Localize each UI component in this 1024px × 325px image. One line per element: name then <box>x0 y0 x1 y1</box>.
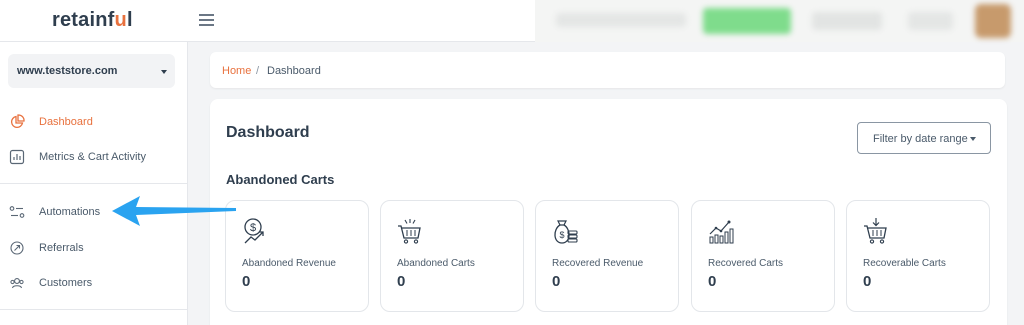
chevron-down-icon <box>161 70 167 74</box>
metrics-icon <box>9 149 25 165</box>
sidebar-item-metrics[interactable]: Metrics & Cart Activity <box>0 142 187 172</box>
page-title: Dashboard <box>226 124 310 141</box>
stat-card-recovered-revenue[interactable]: $ Recovered Revenue 0 <box>535 200 679 312</box>
sidebar-item-dashboard[interactable]: Dashboard <box>0 107 187 137</box>
breadcrumb-home-link[interactable]: Home <box>222 65 251 77</box>
stat-label: Abandoned Revenue <box>242 258 336 269</box>
stat-card-abandoned-carts[interactable]: Abandoned Carts 0 <box>380 200 524 312</box>
sidebar-divider <box>0 183 187 184</box>
svg-text:$: $ <box>250 222 256 234</box>
chevron-down-icon <box>970 137 976 141</box>
stat-card-recovered-carts[interactable]: Recovered Carts 0 <box>691 200 835 312</box>
automations-icon <box>9 206 25 218</box>
revenue-dollar-icon: $ <box>244 218 264 244</box>
breadcrumb: Home / Dashboard <box>210 52 1005 88</box>
referrals-icon <box>10 241 24 255</box>
sidebar-item-label: Dashboard <box>39 116 93 128</box>
sidebar-item-customers[interactable]: Customers <box>0 268 187 298</box>
stat-label: Recoverable Carts <box>863 258 946 269</box>
stat-value: 0 <box>863 273 872 290</box>
avatar[interactable] <box>975 4 1011 38</box>
money-bag-icon: $ <box>554 220 578 244</box>
sidebar-item-label: Customers <box>39 277 93 289</box>
cart-download-icon <box>864 218 887 244</box>
sidebar: www.teststore.com Dashboard Metrics & Ca… <box>0 42 188 325</box>
blurred-action-button[interactable] <box>703 8 791 34</box>
dashboard-card: Dashboard Filter by date range Abandoned… <box>210 99 1007 325</box>
growth-chart-icon <box>709 220 734 244</box>
store-selector[interactable]: www.teststore.com <box>8 54 175 88</box>
blurred-menu-item[interactable] <box>812 12 882 30</box>
stat-value: 0 <box>397 273 406 290</box>
cart-icon <box>398 219 421 244</box>
stat-card-recoverable-carts[interactable]: Recoverable Carts 0 <box>846 200 990 312</box>
hamburger-menu-icon[interactable] <box>199 14 214 26</box>
customers-icon <box>10 278 24 289</box>
stat-value: 0 <box>242 273 251 290</box>
stat-value: 0 <box>708 273 717 290</box>
sidebar-item-label: Referrals <box>39 242 84 254</box>
breadcrumb-separator: / <box>256 65 260 77</box>
logo[interactable]: retainful <box>52 9 133 32</box>
sidebar-divider <box>0 309 187 310</box>
store-selector-label: www.teststore.com <box>17 65 118 77</box>
blurred-search <box>556 13 686 27</box>
top-bar: retainful <box>0 0 1024 42</box>
blurred-menu-item[interactable] <box>908 12 953 30</box>
section-title: Abandoned Carts <box>226 172 335 187</box>
stat-label: Abandoned Carts <box>397 258 475 269</box>
stat-label: Recovered Revenue <box>552 258 644 269</box>
dashboard-icon <box>10 114 25 129</box>
sidebar-item-label: Metrics & Cart Activity <box>39 151 146 163</box>
sidebar-item-label: Automations <box>39 206 101 218</box>
date-range-filter-button[interactable]: Filter by date range <box>857 122 991 154</box>
svg-text:$: $ <box>559 230 564 240</box>
filter-label: Filter by date range <box>873 133 968 145</box>
stat-label: Recovered Carts <box>708 258 784 269</box>
annotation-arrow-icon <box>112 196 236 226</box>
sidebar-item-referrals[interactable]: Referrals <box>0 233 187 263</box>
stat-value: 0 <box>552 273 561 290</box>
stat-card-abandoned-revenue[interactable]: $ Abandoned Revenue 0 <box>225 200 369 312</box>
breadcrumb-current: Dashboard <box>267 65 321 77</box>
